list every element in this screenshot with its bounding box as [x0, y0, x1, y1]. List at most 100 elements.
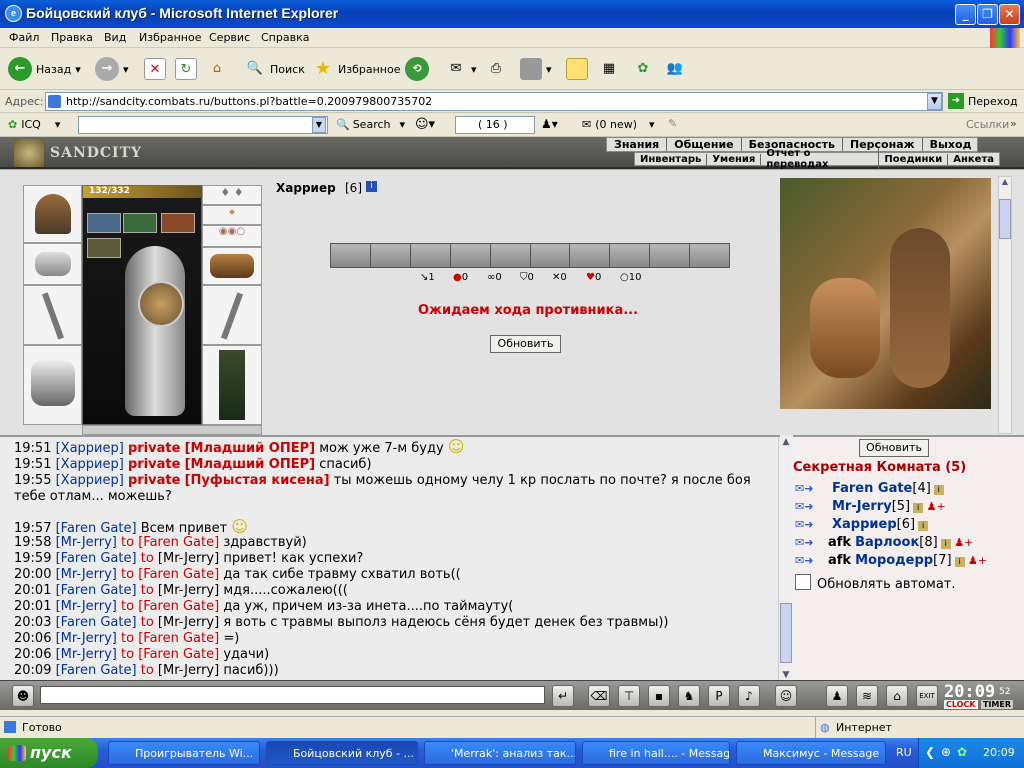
user-name[interactable]: Мородерр: [855, 553, 933, 568]
info-icon[interactable]: i: [366, 181, 377, 192]
task-fire-in-hall[interactable]: fire in hall.... - Message: [582, 741, 730, 765]
scroll-up-icon[interactable]: ▲: [999, 177, 1011, 189]
chat-recipient[interactable]: [Mr-Jerry]: [158, 551, 219, 566]
maximize-button[interactable]: ❐: [977, 4, 998, 25]
nav-exit[interactable]: Выход: [923, 138, 979, 151]
fight-scrollbar[interactable]: ▲: [998, 176, 1012, 434]
icq-mail-button[interactable]: ✉ (0 new) ▾: [582, 118, 655, 131]
links-label[interactable]: Ссылки: [966, 118, 1009, 131]
private-message-icon[interactable]: ✉➜: [795, 518, 817, 532]
add-friend-icon[interactable]: ♟+: [965, 554, 987, 567]
icq-search-button[interactable]: 🔍 Search ▾: [336, 118, 405, 131]
person-icon[interactable]: ♟: [826, 685, 848, 707]
menu-favorites[interactable]: Избранное: [139, 31, 201, 44]
sound-icon[interactable]: ♪: [738, 685, 760, 707]
menu-view[interactable]: Вид: [104, 31, 126, 44]
links-more-icon[interactable]: »: [1010, 117, 1017, 130]
user-name[interactable]: Mr-Jerry: [832, 499, 892, 514]
offhand-slot[interactable]: [202, 285, 262, 345]
clock-button[interactable]: CLOCK: [944, 700, 978, 709]
room-refresh-button[interactable]: Обновить: [859, 439, 929, 457]
favorites-button[interactable]: ★ Избранное: [312, 55, 401, 83]
nav-fights[interactable]: Поединки: [879, 153, 949, 165]
minimize-button[interactable]: _: [955, 4, 976, 25]
earrings-slot[interactable]: ♦ ♦: [202, 185, 262, 205]
nav-profile[interactable]: Анкета: [948, 154, 999, 165]
save-icon[interactable]: ▪: [648, 685, 670, 707]
menu-help[interactable]: Справка: [261, 31, 309, 44]
chat-sender[interactable]: [Mr-Jerry]: [56, 567, 117, 582]
fight-icon[interactable]: ♞: [678, 685, 700, 707]
exit-icon[interactable]: EXIT: [916, 685, 938, 707]
info-icon[interactable]: i: [940, 539, 951, 549]
task-media-player[interactable]: Проигрыватель Wi...: [108, 741, 260, 765]
character-figure[interactable]: 132/332: [82, 185, 203, 425]
tray-arrow-icon[interactable]: ❮: [925, 745, 935, 759]
private-message-icon[interactable]: ✉➜: [795, 536, 817, 550]
language-indicator[interactable]: RU: [896, 746, 912, 759]
icq-button[interactable]: ✿ ICQ ▾: [8, 118, 60, 131]
history-button[interactable]: ⟲: [405, 55, 429, 83]
scroll-thumb[interactable]: [999, 199, 1011, 239]
chat-recipient[interactable]: [Пуфыстая кисена]: [185, 473, 330, 488]
lock-icon[interactable]: ⌂: [886, 685, 908, 707]
close-button[interactable]: ✕: [999, 4, 1020, 25]
address-dropdown[interactable]: ▼: [927, 93, 942, 110]
private-icon[interactable]: P: [708, 685, 730, 707]
menu-edit[interactable]: Правка: [51, 31, 93, 44]
edit-button[interactable]: ▾: [520, 55, 552, 83]
room-user[interactable]: Mr-Jerry[5] i ♟+: [828, 499, 946, 514]
belt-slots[interactable]: [82, 425, 262, 435]
chat-recipient[interactable]: [Mr-Jerry]: [158, 663, 219, 678]
private-message-icon[interactable]: ✉➜: [795, 482, 817, 496]
icq-search-input[interactable]: [78, 116, 328, 134]
chat-sender[interactable]: [Faren Gate]: [56, 663, 137, 678]
send-icon[interactable]: ↵: [552, 685, 574, 707]
forward-button[interactable]: → ▾: [95, 55, 129, 83]
research-button[interactable]: ▦: [598, 55, 620, 83]
chat-recipient[interactable]: [Младший ОПЕР]: [185, 457, 316, 472]
armor-slot[interactable]: [23, 345, 82, 425]
go-button[interactable]: ➜ Переход: [948, 93, 1018, 109]
refresh-button[interactable]: ↻: [175, 55, 197, 83]
auto-refresh-checkbox[interactable]: [795, 574, 811, 590]
chat-recipient[interactable]: [Faren Gate]: [138, 535, 219, 550]
chat-sender[interactable]: [Faren Gate]: [56, 583, 137, 598]
icq-contacts-count[interactable]: ( 16 ): [455, 116, 535, 134]
stop-button[interactable]: ✕: [144, 55, 166, 83]
chat-recipient[interactable]: [Faren Gate]: [138, 567, 219, 582]
user-name[interactable]: Варлоок: [855, 535, 919, 550]
task-fight-club[interactable]: Бойцовский клуб - ...: [266, 741, 418, 765]
chat-sender[interactable]: [Харриер]: [56, 457, 124, 472]
scroll-thumb[interactable]: [780, 603, 792, 663]
nav-skills[interactable]: Умения: [707, 153, 762, 165]
user-name[interactable]: Харриер: [832, 517, 897, 532]
menu-file[interactable]: Файл: [9, 31, 39, 44]
add-friend-icon[interactable]: ♟+: [951, 536, 973, 549]
helmet-slot[interactable]: [23, 185, 82, 243]
chat-mode-icon[interactable]: ☻: [12, 685, 34, 707]
address-input[interactable]: http://sandcity.combats.ru/buttons.pl?ba…: [45, 92, 943, 111]
user-menu-icon[interactable]: ♟▾: [541, 117, 558, 131]
room-user[interactable]: afk Мородерр[7] i ♟+: [828, 553, 987, 568]
smiley-menu-icon[interactable]: ☺▾: [415, 117, 435, 132]
filter-icon[interactable]: ⊤: [618, 685, 640, 707]
room-user[interactable]: afk Варлоок[8] i ♟+: [828, 535, 973, 550]
scroll-up-icon[interactable]: ▲: [779, 437, 793, 451]
info-icon[interactable]: i: [954, 557, 965, 567]
pants-slot[interactable]: [202, 345, 262, 425]
nav-knowledge[interactable]: Знания: [607, 138, 668, 151]
private-message-icon[interactable]: ✉➜: [795, 500, 817, 514]
room-user[interactable]: Faren Gate[4] i: [828, 481, 944, 496]
info-icon[interactable]: i: [918, 521, 929, 531]
icq-search-dropdown[interactable]: ▼: [312, 117, 326, 133]
task-merrak[interactable]: 'Merrak': анализ так...: [424, 741, 576, 765]
tray-network-icon[interactable]: ⊕: [941, 745, 951, 759]
scroll-icon[interactable]: ≋: [856, 685, 878, 707]
chat-sender[interactable]: [Mr-Jerry]: [56, 647, 117, 662]
weapon-slot[interactable]: [23, 285, 82, 345]
mail-button[interactable]: ✉ ▾: [445, 55, 477, 83]
spell-slot-3[interactable]: [161, 213, 195, 233]
info-icon[interactable]: i: [913, 503, 924, 513]
chat-sender[interactable]: [Mr-Jerry]: [56, 599, 117, 614]
